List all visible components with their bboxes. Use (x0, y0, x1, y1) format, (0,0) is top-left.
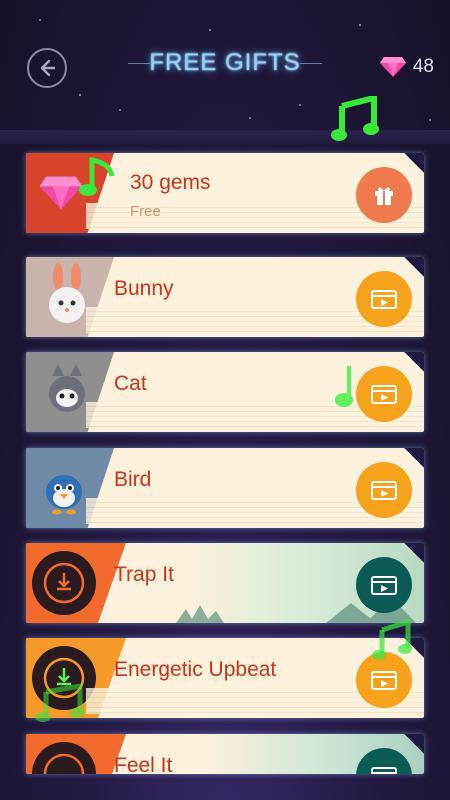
list-item-bird[interactable]: Bird (26, 448, 424, 528)
music-note-icon (79, 156, 115, 196)
music-disc-thumbnail (26, 734, 126, 774)
video-icon (371, 481, 397, 500)
item-sub-label: Free (130, 203, 161, 220)
gift-button[interactable] (356, 167, 412, 223)
card-corner (403, 153, 424, 174)
title-left-line (128, 63, 150, 64)
list-item-feel-it[interactable]: Feel It (26, 734, 424, 774)
item-label: 30 gems (130, 171, 211, 194)
music-note-icon (35, 683, 85, 722)
gem-counter: 48 (379, 54, 434, 80)
video-icon (371, 385, 397, 404)
video-icon (371, 671, 397, 690)
music-note-icon (335, 366, 353, 407)
item-label: Bunny (114, 277, 174, 300)
watch-video-button[interactable] (356, 462, 412, 518)
title-right-line (300, 63, 322, 64)
list-item-bunny[interactable]: Bunny (26, 257, 424, 337)
list-item-cat[interactable]: Cat (26, 352, 424, 432)
card-corner (403, 448, 424, 469)
watch-video-button[interactable] (356, 271, 412, 327)
page-title-container: FREE GIFTS (120, 48, 330, 78)
music-note-icon (372, 618, 412, 660)
card-corner (403, 734, 424, 755)
video-icon (371, 290, 397, 309)
list-item-trap-it[interactable]: Trap It (26, 543, 424, 623)
music-note-icon (331, 96, 379, 141)
gem-count-value: 48 (412, 56, 434, 77)
arrow-left-icon (40, 59, 56, 77)
item-label: Feel It (114, 754, 173, 774)
item-label: Cat (114, 372, 147, 395)
video-icon (371, 767, 397, 774)
card-corner (403, 543, 424, 564)
watch-video-button[interactable] (356, 366, 412, 422)
item-label: Bird (114, 468, 152, 491)
page-title: FREE GIFTS (149, 49, 301, 76)
music-disc-thumbnail (26, 543, 126, 623)
card-corner (403, 352, 424, 373)
gift-icon (375, 187, 393, 205)
video-icon (371, 576, 397, 595)
item-label: Energetic Upbeat (114, 658, 277, 681)
item-label: Trap It (114, 563, 174, 586)
watch-video-button[interactable] (356, 557, 412, 613)
back-button[interactable] (27, 48, 67, 88)
card-corner (403, 257, 424, 278)
gem-icon (379, 57, 406, 77)
